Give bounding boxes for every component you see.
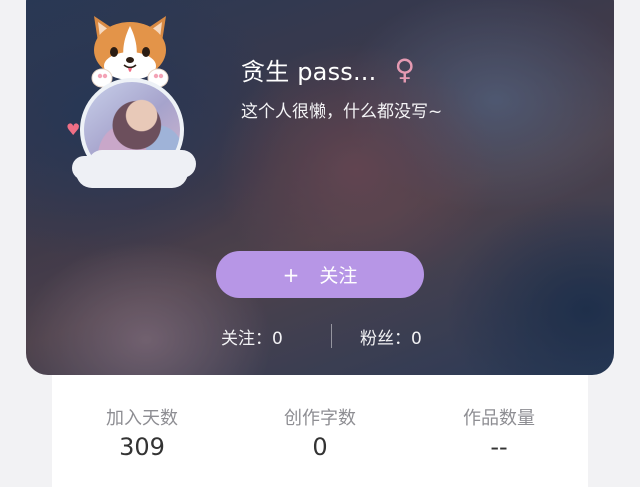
heart-icon: ♥: [66, 120, 81, 139]
stat-label: 作品数量: [463, 408, 535, 429]
profile-page: ♥ 贪生 pass... ♀ 这个人很懒，什么都没写~ + 关注 关注：0 粉丝…: [0, 0, 640, 487]
stat-value: 309: [119, 433, 165, 461]
stat-label: 创作字数: [284, 408, 356, 429]
profile-name: 贪生 pass...: [241, 58, 377, 86]
works-count-stat[interactable]: 作品数量 --: [409, 408, 589, 462]
word-count-stat: 创作字数 0: [230, 408, 410, 462]
stat-label: 加入天数: [106, 408, 178, 429]
follow-stats: 关注：0 粉丝：0: [0, 322, 640, 350]
stat-value: 0: [312, 433, 328, 461]
profile-info-card: 加入天数 309 创作字数 0 作品数量 --: [52, 375, 588, 487]
stats-divider: [331, 324, 332, 348]
follow-button[interactable]: + 关注: [216, 251, 424, 298]
plus-icon: +: [282, 262, 300, 287]
cloud-decoration: [76, 156, 188, 188]
stat-value: --: [490, 433, 508, 461]
follow-button-label: 关注: [319, 265, 358, 287]
join-days-stat: 加入天数 309: [52, 408, 232, 462]
profile-bio: 这个人很懒，什么都没写~: [241, 102, 443, 122]
fans-count[interactable]: 粉丝：0: [360, 324, 422, 349]
following-count[interactable]: 关注：0: [221, 324, 283, 349]
female-symbol-icon: ♀: [394, 52, 415, 86]
profile-name-row: 贪生 pass... ♀: [241, 52, 415, 87]
avatar-frame[interactable]: ♥: [62, 10, 202, 190]
